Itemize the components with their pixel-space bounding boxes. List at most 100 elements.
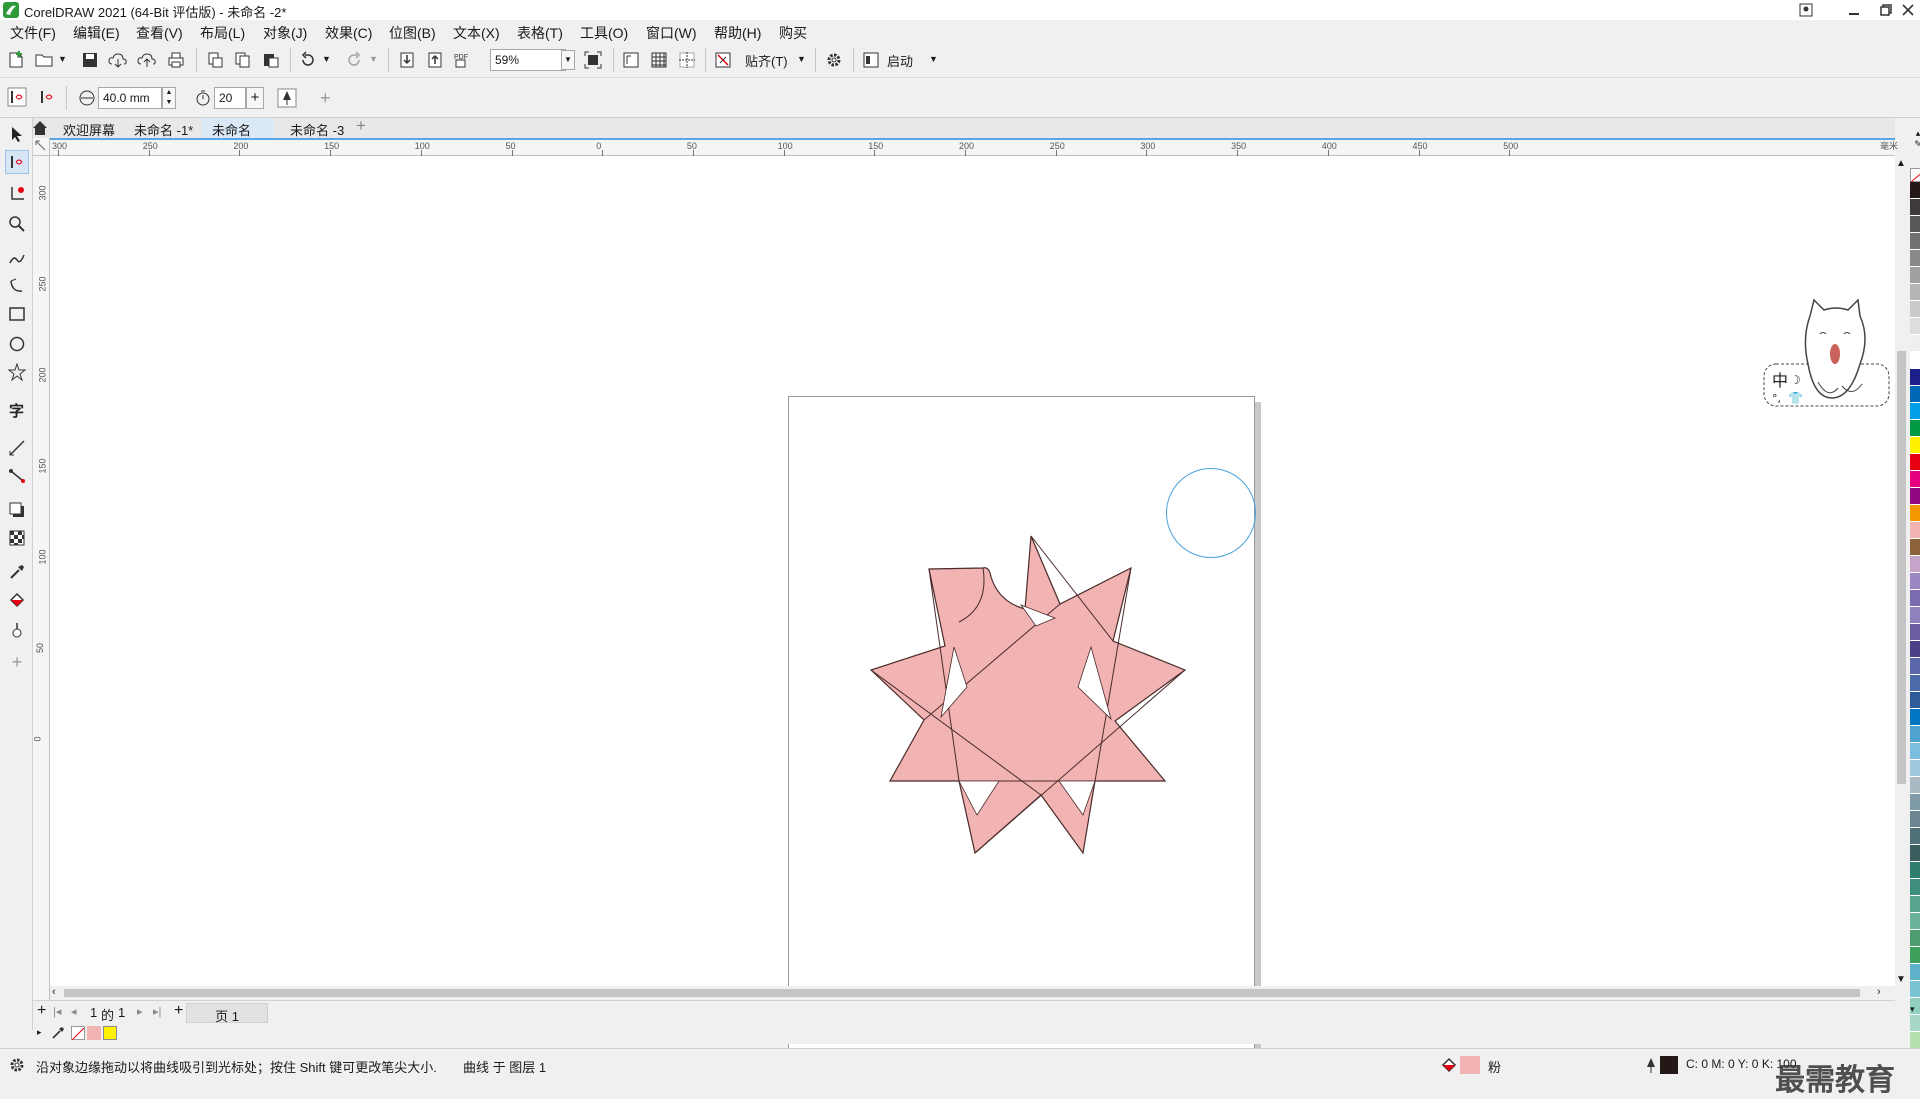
palette-swatch[interactable] (1910, 947, 1920, 964)
pick-tool-icon[interactable] (5, 122, 29, 146)
ellipse-tool-icon[interactable] (5, 332, 29, 356)
redo-dropdown-chevron-icon[interactable]: ▼ (369, 54, 378, 64)
open-folder-icon[interactable] (34, 49, 56, 71)
palette-swatch[interactable] (1910, 1032, 1920, 1049)
vertical-scrollbar[interactable]: ▲ ▼ (1895, 156, 1907, 986)
palette-swatch[interactable] (1910, 199, 1920, 216)
palette-swatch[interactable] (1910, 641, 1920, 658)
palette-swatch[interactable] (1910, 403, 1920, 420)
export-pdf-icon[interactable]: PDF (452, 49, 474, 71)
rectangle-tool-icon[interactable] (5, 302, 29, 326)
connector-tool-icon[interactable] (5, 464, 29, 488)
snap-dropdown-chevron-icon[interactable]: ▼ (797, 54, 806, 64)
palette-swatch[interactable] (1910, 437, 1920, 454)
vertical-scrollbar-thumb[interactable] (1897, 351, 1906, 784)
menu-table[interactable]: 表格(T) (517, 23, 563, 43)
menu-layout[interactable]: 布局(L) (200, 23, 245, 43)
full-screen-preview-icon[interactable] (620, 49, 642, 71)
palette-swatch[interactable] (1910, 777, 1920, 794)
palette-swatch[interactable] (1910, 743, 1920, 760)
scroll-down-arrow-icon[interactable]: ▼ (1896, 974, 1906, 985)
crop-tool-icon[interactable] (5, 182, 29, 206)
palette-swatch[interactable] (1910, 216, 1920, 233)
tab-untitled-1[interactable]: 未命名 -1* (124, 118, 203, 138)
palette-swatch[interactable] (1910, 267, 1920, 284)
palette-swatch[interactable] (1910, 624, 1920, 641)
horizontal-scrollbar-thumb[interactable] (64, 989, 1860, 997)
palette-swatch[interactable] (1910, 488, 1920, 505)
drop-shadow-tool-icon[interactable] (5, 498, 29, 522)
palette-swatch[interactable] (1910, 607, 1920, 624)
palette-scroll-down-icon[interactable]: ▾ (1910, 1004, 1915, 1015)
palette-swatch[interactable] (1910, 369, 1920, 386)
menu-tools[interactable]: 工具(O) (580, 23, 628, 43)
palette-swatch[interactable] (1910, 471, 1920, 488)
palette-swatch[interactable] (1910, 658, 1920, 675)
zoom-tool-icon[interactable] (5, 212, 29, 236)
tab-welcome-screen[interactable]: 欢迎屏幕 (53, 118, 125, 138)
ruler-origin-icon[interactable] (33, 138, 50, 156)
launch-button[interactable]: 启动 (887, 51, 913, 70)
export-icon[interactable] (424, 49, 446, 71)
print-icon[interactable] (165, 49, 187, 71)
no-color-swatch[interactable] (71, 1026, 85, 1041)
snap-off-icon[interactable] (712, 49, 734, 71)
attract-tool-icon[interactable] (5, 150, 29, 174)
menu-bitmap[interactable]: 位图(B) (389, 23, 436, 43)
smart-fill-tool-icon[interactable] (5, 618, 29, 642)
palette-swatch[interactable] (1910, 182, 1920, 199)
palette-swatch[interactable] (1910, 692, 1920, 709)
paste-icon[interactable] (260, 49, 282, 71)
fill-color-swatch[interactable] (1460, 1056, 1480, 1074)
home-icon[interactable] (31, 119, 51, 137)
palette-no-color-swatch[interactable] (1910, 168, 1920, 183)
add-tool-icon[interactable]: + (320, 88, 331, 109)
palette-swatch[interactable] (1910, 981, 1920, 998)
launch-app-icon[interactable] (860, 49, 882, 71)
doc-palette-yellow-swatch[interactable] (103, 1026, 117, 1040)
palette-swatch[interactable] (1910, 318, 1920, 335)
palette-swatch[interactable] (1910, 794, 1920, 811)
tab-untitled-3[interactable]: 未命名 -3 (280, 118, 354, 138)
outline-color-swatch[interactable] (1660, 1056, 1678, 1074)
polygon-star-tool-icon[interactable] (5, 360, 29, 384)
strength-input[interactable]: 20 (214, 87, 246, 109)
menu-file[interactable]: 文件(F) (10, 23, 56, 43)
color-palette[interactable] (1910, 182, 1920, 1066)
add-tool-icon[interactable]: + (5, 650, 29, 674)
palette-swatch[interactable] (1910, 590, 1920, 607)
attract-mode-icon[interactable] (6, 86, 28, 108)
options-gear-icon[interactable] (823, 49, 845, 71)
minimize-icon[interactable] (1838, 0, 1870, 20)
open-dropdown-chevron-icon[interactable]: ▼ (58, 54, 67, 64)
tab-untitled-2[interactable]: 未命名 -2* (202, 118, 274, 154)
page-tab[interactable]: 页 1 (186, 1003, 268, 1024)
palette-swatch[interactable] (1910, 301, 1920, 318)
horizontal-scrollbar[interactable]: ‹ › (50, 986, 1895, 1000)
cloud-upload-icon[interactable] (136, 49, 158, 71)
palette-swatch[interactable] (1910, 845, 1920, 862)
add-page-after-icon[interactable]: + (174, 1002, 183, 1020)
menu-text[interactable]: 文本(X) (453, 23, 500, 43)
scroll-right-arrow-icon[interactable]: › (1877, 986, 1881, 998)
new-document-icon[interactable] (5, 49, 27, 71)
zoom-level-input[interactable]: 59% (490, 49, 566, 71)
palette-swatch[interactable] (1910, 573, 1920, 590)
ime-mascot-icon[interactable]: 中 ☽ °, 👕 (1762, 298, 1892, 418)
snap-to-button[interactable]: 贴齐(T) (745, 51, 788, 70)
new-tab-icon[interactable]: + (356, 116, 366, 136)
palette-swatch[interactable] (1910, 454, 1920, 471)
palette-swatch[interactable] (1910, 964, 1920, 981)
palette-swatch[interactable] (1910, 522, 1920, 539)
menu-edit[interactable]: 编辑(E) (73, 23, 120, 43)
previous-page-icon[interactable]: ◂ (71, 1005, 77, 1018)
menu-help[interactable]: 帮助(H) (714, 23, 761, 43)
repel-mode-icon[interactable] (36, 86, 58, 108)
menu-window[interactable]: 窗口(W) (646, 23, 697, 43)
vertical-ruler[interactable]: 300 250 200 150 100 50 0 (33, 138, 50, 1000)
zoom-to-page-icon[interactable] (582, 49, 604, 71)
palette-swatch[interactable] (1910, 760, 1920, 777)
menu-view[interactable]: 查看(V) (136, 23, 183, 43)
interactive-fill-tool-icon[interactable] (5, 588, 29, 612)
palette-swatch[interactable] (1910, 862, 1920, 879)
